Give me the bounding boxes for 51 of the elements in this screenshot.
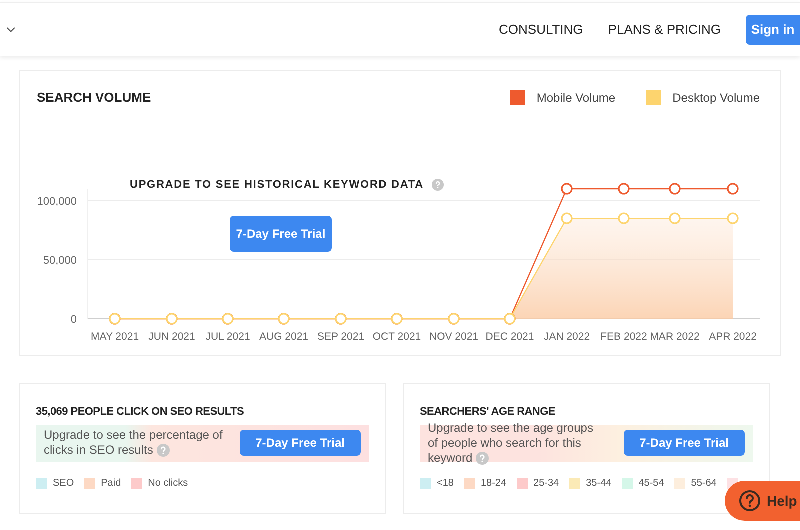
x-tick-label: JUL 2021 (206, 331, 250, 343)
card-title: SEARCH VOLUME (37, 89, 152, 107)
data-point (669, 183, 681, 195)
legend-label: Mobile Volume (536, 90, 616, 107)
upgrade-title: UPGRADE TO SEE HISTORICAL KEYWORD DATA (130, 178, 424, 193)
upgrade-message: Upgrade to see the percentage of clicks in SEO results (44, 428, 224, 458)
legend-label: Desktop Volume (672, 90, 760, 107)
legend-label: 45-54 (638, 476, 664, 490)
legend-label: Paid (101, 476, 122, 490)
card-title: 35,069 PEOPLE CLICK ON SEO RESULTS (36, 405, 246, 420)
nav-link[interactable]: PLANS & PRICING (608, 20, 721, 40)
sign-in-button[interactable]: Sign in (746, 14, 800, 44)
x-tick-label: SEP 2021 (317, 331, 365, 343)
x-tick-label: FEB 2022 (600, 331, 648, 343)
x-tick-label: DEC 2021 (486, 331, 534, 343)
x-tick-label: AUG 2021 (259, 331, 309, 343)
free-trial-button[interactable]: 7-Day Free Trial (624, 430, 745, 456)
upgrade-message: Upgrade to see the age groups of people who search for this keyword (428, 420, 594, 466)
x-tick-label: NOV 2021 (429, 331, 479, 343)
card-title: SEARCHERS' AGE RANGE (420, 405, 556, 420)
free-trial-button[interactable]: 7-Day Free Trial (230, 216, 332, 252)
x-tick-label: MAY 2021 (90, 331, 140, 343)
x-tick-label: JAN 2022 (544, 331, 590, 343)
x-tick-label: MAR 2022 (650, 331, 700, 343)
data-point (561, 183, 573, 195)
legend-label: SEO (53, 476, 74, 490)
question-icon (156, 444, 170, 458)
x-tick-label: APR 2022 (709, 331, 757, 343)
x-tick-label: OCT 2021 (372, 331, 422, 343)
legend-label: No clicks (148, 476, 188, 490)
y-tick-label: 0 (70, 314, 77, 326)
question-icon (432, 179, 444, 192)
x-tick-label: JUN 2021 (148, 331, 196, 343)
question-icon (476, 452, 490, 465)
data-point (727, 183, 739, 195)
legend-label: 25-34 (534, 476, 560, 490)
legend-label: 55-64 (691, 476, 717, 490)
y-tick-label: 100,000 (37, 196, 77, 208)
legend-label: 35-44 (586, 476, 612, 490)
help-button[interactable]: Help (725, 481, 800, 521)
legend-label: 18-24 (480, 476, 507, 490)
data-point (561, 212, 573, 224)
legend-label: <18 (437, 476, 454, 490)
data-point (727, 212, 739, 224)
data-point (669, 212, 681, 224)
nav-link[interactable]: CONSULTING (499, 20, 584, 40)
data-point (618, 212, 630, 224)
data-point (618, 183, 630, 195)
help-icon (739, 490, 761, 512)
free-trial-button[interactable]: 7-Day Free Trial (240, 430, 361, 456)
y-tick-label: 50,000 (43, 254, 77, 267)
